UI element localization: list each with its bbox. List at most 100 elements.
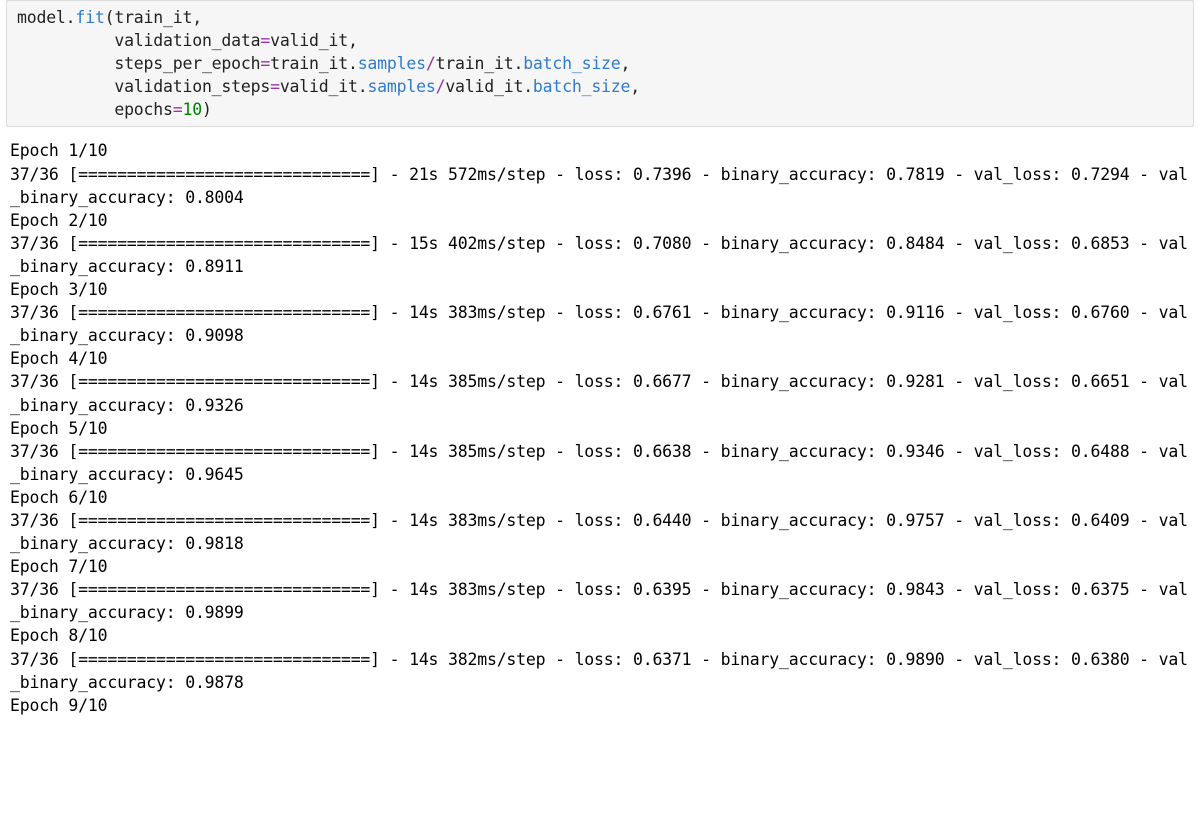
metric-value: 14s 382ms/step (409, 650, 545, 669)
metric-value: 14s 383ms/step (409, 303, 545, 322)
metric-value: 37/36 (10, 442, 59, 461)
metric-value: [==============================] (68, 234, 379, 253)
metric-separator: - binary_accuracy: (691, 165, 886, 184)
metric-separator: - loss: (545, 511, 633, 530)
epoch-metrics: 37/36 [==============================] -… (10, 578, 1190, 624)
epoch-label: Epoch 4/10 (10, 347, 1190, 370)
metric-value: [==============================] (68, 165, 379, 184)
metric-value: 37/36 (10, 165, 59, 184)
metric-separator: - binary_accuracy: (691, 442, 886, 461)
metric-value: 0.9116 (886, 303, 944, 322)
metric-value: 0.9326 (185, 396, 243, 415)
metric-value: [==============================] (68, 372, 379, 391)
epoch-output-row: Epoch 1/1037/36 [=======================… (10, 139, 1190, 208)
metric-separator: - binary_accuracy: (691, 650, 886, 669)
metric-separator: - loss: (545, 372, 633, 391)
metric-value: 0.9098 (185, 326, 243, 345)
metric-separator: - (380, 234, 409, 253)
metric-value: 0.6440 (633, 511, 691, 530)
metric-value: 0.6638 (633, 442, 691, 461)
metric-separator: - (380, 303, 409, 322)
metric-separator: - val_loss: (944, 580, 1071, 599)
metric-separator (59, 165, 69, 184)
metric-separator (59, 303, 69, 322)
metric-separator: - loss: (545, 580, 633, 599)
metric-value: 37/36 (10, 580, 59, 599)
epoch-label: Epoch 2/10 (10, 209, 1190, 232)
epoch-metrics: 37/36 [==============================] -… (10, 232, 1190, 278)
metric-value: 21s 572ms/step (409, 165, 545, 184)
metric-value: 37/36 (10, 234, 59, 253)
metric-value: 0.6371 (633, 650, 691, 669)
metric-separator (59, 234, 69, 253)
metric-separator: - binary_accuracy: (691, 372, 886, 391)
metric-value: 0.6375 (1071, 580, 1129, 599)
metric-value: 14s 383ms/step (409, 580, 545, 599)
epoch-label: Epoch 8/10 (10, 624, 1190, 647)
metric-separator: - val_loss: (944, 165, 1071, 184)
code-input-cell[interactable]: model.fit(train_it, validation_data=vali… (6, 0, 1194, 127)
metric-value: 0.8004 (185, 188, 243, 207)
metric-separator: - (380, 165, 409, 184)
metric-separator: - (380, 372, 409, 391)
metric-separator: - binary_accuracy: (691, 580, 886, 599)
epoch-metrics: 37/36 [==============================] -… (10, 370, 1190, 416)
metric-value: 0.6488 (1071, 442, 1129, 461)
metric-value: 0.9645 (185, 465, 243, 484)
metric-value: 0.9843 (886, 580, 944, 599)
metric-value: 0.9346 (886, 442, 944, 461)
metric-value: 0.9899 (185, 603, 243, 622)
metric-value: 0.6395 (633, 580, 691, 599)
epoch-metrics: 37/36 [==============================] -… (10, 440, 1190, 486)
metric-separator: - val_loss: (944, 372, 1071, 391)
epoch-metrics: 37/36 [==============================] -… (10, 648, 1190, 694)
metric-separator: - (380, 442, 409, 461)
metric-value: [==============================] (68, 580, 379, 599)
epoch-output-row: Epoch 4/1037/36 [=======================… (10, 347, 1190, 416)
metric-value: [==============================] (68, 442, 379, 461)
metric-separator: - binary_accuracy: (691, 234, 886, 253)
epoch-output-row: Epoch 2/1037/36 [=======================… (10, 209, 1190, 278)
metric-value: 0.6677 (633, 372, 691, 391)
metric-separator: - (380, 650, 409, 669)
metric-value: [==============================] (68, 511, 379, 530)
metric-value: 37/36 (10, 511, 59, 530)
metric-value: 37/36 (10, 372, 59, 391)
metric-separator: - binary_accuracy: (691, 303, 886, 322)
epoch-output-row: Epoch 8/1037/36 [=======================… (10, 624, 1190, 693)
metric-separator (59, 442, 69, 461)
metric-separator (59, 372, 69, 391)
metric-separator: - val_loss: (944, 511, 1071, 530)
epoch-label: Epoch 5/10 (10, 417, 1190, 440)
metric-value: [==============================] (68, 650, 379, 669)
epoch-label: Epoch 6/10 (10, 486, 1190, 509)
metric-value: [==============================] (68, 303, 379, 322)
metric-value: 0.9890 (886, 650, 944, 669)
epoch-metrics: 37/36 [==============================] -… (10, 301, 1190, 347)
metric-value: 0.7294 (1071, 165, 1129, 184)
metric-value: 0.9818 (185, 534, 243, 553)
metric-value: 14s 385ms/step (409, 372, 545, 391)
metric-separator: - loss: (545, 165, 633, 184)
epoch-metrics: 37/36 [==============================] -… (10, 163, 1190, 209)
metric-separator: - val_loss: (944, 442, 1071, 461)
metric-separator: - binary_accuracy: (691, 511, 886, 530)
metric-value: 0.6853 (1071, 234, 1129, 253)
metric-value: 0.6409 (1071, 511, 1129, 530)
epoch-output-row: Epoch 6/10 37/36 [=======================… (10, 486, 1190, 555)
metric-separator: - val_loss: (944, 303, 1071, 322)
metric-value: 0.9878 (185, 673, 243, 692)
metric-value: 0.7819 (886, 165, 944, 184)
metric-value: 0.7080 (633, 234, 691, 253)
metric-separator: - loss: (545, 442, 633, 461)
metric-value: 0.6380 (1071, 650, 1129, 669)
metric-value: 0.6651 (1071, 372, 1129, 391)
metric-value: 37/36 (10, 303, 59, 322)
metric-separator: - val_loss: (944, 650, 1071, 669)
metric-separator: - (380, 511, 409, 530)
metric-separator: - loss: (545, 303, 633, 322)
metric-value: 37/36 (10, 650, 59, 669)
metric-value: 0.9281 (886, 372, 944, 391)
metric-separator (59, 511, 69, 530)
metric-separator: - (380, 580, 409, 599)
